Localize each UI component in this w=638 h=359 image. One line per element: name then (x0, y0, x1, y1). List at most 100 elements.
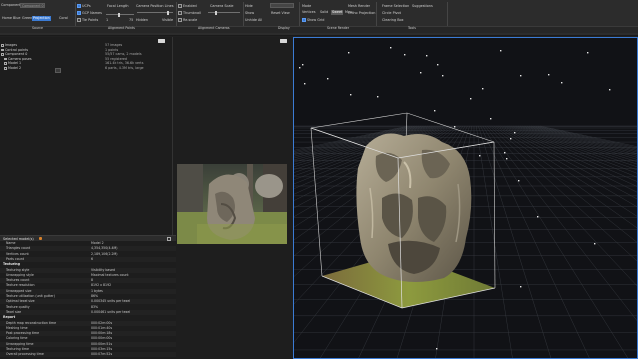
property-value: 000:07m:52s (91, 352, 113, 357)
tie-point (520, 286, 522, 288)
unhide-all-button[interactable]: Unhide All (245, 18, 262, 22)
property-key: Texturing (3, 262, 20, 267)
property-key: Texture quality (6, 304, 30, 309)
tie-point (420, 72, 422, 74)
ribbon-toolbar: Component Component 0 Home Blue Green Proje… (0, 0, 638, 36)
reset-view-button[interactable]: Reset View (271, 11, 290, 15)
mesh-render-button[interactable]: Mesh Render (348, 4, 370, 8)
property-value: Model 2 (91, 241, 104, 245)
property-value: 000:01m:40s (91, 325, 113, 330)
tie-point (302, 64, 304, 66)
tree-expand-icon[interactable] (1, 44, 4, 47)
show-button[interactable]: Show (245, 11, 254, 15)
tie-point (520, 75, 522, 77)
tie-point (426, 55, 428, 57)
tie-point (304, 83, 306, 85)
property-value: 6 (91, 256, 94, 261)
frame-selection-button[interactable]: Frame Selection (382, 4, 409, 8)
tie-point (470, 98, 472, 100)
tree-expand-icon[interactable] (1, 53, 4, 56)
property-key: Triangles count (6, 246, 31, 251)
tie-points-checkbox[interactable] (77, 18, 81, 22)
camera-scale-label: Camera Scale (210, 3, 234, 8)
ucps-checkbox[interactable] (77, 4, 81, 8)
group-alignment-points: Alignment Points (108, 26, 135, 30)
ucps-label: UCPs (82, 3, 91, 8)
image-panel-toggle-button[interactable] (280, 38, 287, 43)
tree-item-5[interactable]: Model 2 (8, 66, 21, 70)
tree-expand-icon[interactable] (1, 48, 4, 52)
clearing-box-button[interactable]: Clearing Box (382, 18, 404, 22)
tie-point (404, 54, 406, 56)
camera-lines-label: Camera Position Lines (136, 3, 174, 8)
scene-render[interactable] (294, 38, 637, 358)
focal-length-label: Focal Length (107, 3, 129, 8)
display-dropdown[interactable] (270, 2, 294, 8)
property-key: Name (6, 241, 16, 245)
tie-point (561, 82, 563, 84)
properties-table: Name Model 2 Triangles count 4,354,350(4.4M… (0, 241, 176, 359)
property-row[interactable]: Overall processing time 000:07m:52s (0, 352, 176, 358)
show-grid-checkbox[interactable] (302, 18, 306, 22)
hide-button[interactable]: Hide (245, 4, 253, 8)
source-button-projection[interactable]: Projection (32, 16, 51, 21)
property-key: Texturing time (6, 347, 29, 351)
property-key: Unwrapping time (6, 341, 34, 346)
property-key: Depth map reconstruction time (6, 320, 57, 325)
tree-expand-icon[interactable] (4, 57, 7, 61)
sweet-mode-button[interactable]: Sweet (331, 10, 344, 15)
gcp-names-label: GCP Names (82, 10, 102, 15)
gcp-names-checkbox[interactable] (77, 11, 81, 15)
ortho-projection-button[interactable]: Ortho Projection (348, 11, 375, 15)
property-value: 86% (91, 294, 99, 298)
app-window: Component Component 0 Home Blue Green Proje… (0, 0, 638, 359)
focal-length-slider[interactable] (106, 12, 134, 17)
tie-point (594, 243, 596, 245)
panel-toggle-button[interactable] (158, 38, 165, 43)
tie-point (514, 132, 516, 134)
thumbnail-checkbox[interactable] (178, 11, 182, 15)
property-value: 000:00m:00s (91, 336, 113, 341)
warning-icon (39, 237, 42, 240)
property-value: 2,189,106(2.2M) (91, 251, 118, 256)
project-tree-panel: Images 57 images Control points 1 points Com… (0, 37, 173, 235)
tie-point (500, 50, 502, 52)
solid-mode-button[interactable]: Solid (319, 10, 329, 15)
focal-min: 1 (106, 17, 109, 22)
circle-pivot-button[interactable]: Circle Pivot (382, 11, 401, 15)
tie-point (609, 89, 611, 91)
camera-scale-slider[interactable] (208, 10, 240, 15)
property-key: Texel size (6, 309, 22, 314)
tie-point (327, 78, 329, 80)
property-key: Parts count (6, 256, 24, 261)
tree-item-value: 6 parts, 4.3M tris, large (105, 66, 144, 70)
pin-icon[interactable] (167, 236, 171, 241)
tie-point (537, 216, 539, 218)
suggestions-button[interactable]: Suggestions (412, 4, 433, 8)
tie-point (390, 47, 392, 49)
source-button-coral[interactable]: Coral (58, 16, 69, 21)
tree-expand-icon[interactable] (4, 67, 7, 70)
property-value: 000:02m:00s (91, 320, 113, 325)
ribbon-group-labels: Source Alignment Points Alignment Camera… (0, 26, 638, 33)
tie-point (350, 94, 352, 96)
tie-point (510, 138, 512, 140)
enabled-checkbox[interactable] (178, 4, 182, 8)
stone-sculpture-model[interactable] (356, 133, 472, 282)
properties-title: Selected model(s) (3, 236, 34, 241)
mode-label: Mode (302, 3, 312, 8)
tie-point (454, 126, 456, 128)
vertices-mode-button[interactable]: Vertices (301, 10, 317, 15)
group-source: Source (32, 26, 43, 30)
tie-point (504, 152, 506, 154)
camera-lines-slider[interactable] (137, 10, 173, 15)
properties-panel: Selected model(s) Name Model 2 Triangles c… (0, 235, 176, 359)
component-dropdown[interactable]: Component 0 (20, 2, 45, 8)
rescale-checkbox[interactable] (178, 18, 182, 22)
tie-point (548, 74, 550, 76)
group-display: Display (278, 26, 290, 30)
property-value: 83% (91, 304, 99, 309)
tree-expand-icon[interactable] (4, 62, 7, 65)
source-photo-thumbnail[interactable] (177, 164, 287, 244)
3d-viewport[interactable] (293, 37, 638, 359)
